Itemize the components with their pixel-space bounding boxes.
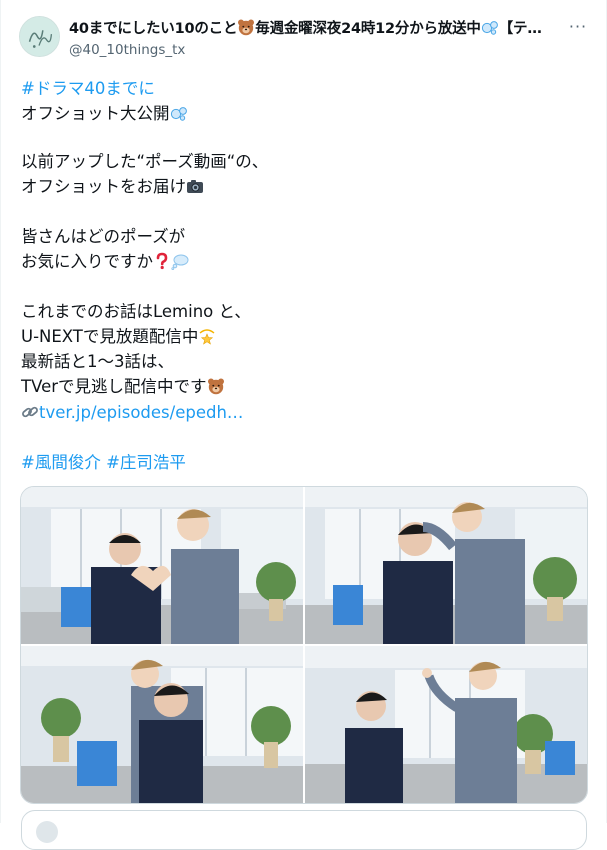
bear-face-icon — [237, 18, 255, 36]
display-name-suffix: 毎週金曜深夜24時12分から放送中 — [255, 21, 481, 37]
tweet-line-pose-video: 以前アップした“ポーズ動画“の、 — [21, 152, 269, 171]
tweet-line-stream4: TVerで見逃し配信中です — [21, 374, 225, 399]
display-name[interactable]: 40までにしたい10のこと — [69, 21, 237, 37]
dizzy-star-icon — [198, 327, 216, 345]
tver-link-text[interactable]: tver.jp/episodes/epedh… — [39, 403, 243, 422]
tweet-line-deliver: オフショットをお届け — [21, 174, 204, 199]
display-name-row[interactable]: 40までにしたい10のこと 毎週金曜深夜24時12分から放送中 【テ… — [69, 18, 559, 40]
photo-back-hug[interactable] — [21, 646, 303, 803]
bear-face-icon — [207, 377, 225, 395]
tweet-line-deliver-text: オフショットをお届け — [21, 177, 186, 196]
more-dots-icon[interactable]: ··· — [567, 18, 589, 40]
hashtags-cast-links[interactable]: #風間俊介 #庄司浩平 — [21, 450, 186, 475]
thought-bubble-icon — [171, 252, 189, 270]
tweet-line-question2-text: お気に入りですか — [21, 252, 153, 271]
red-question-icon — [153, 252, 171, 270]
camera-icon — [186, 177, 204, 195]
tver-link[interactable]: tver.jp/episodes/epedh… — [21, 400, 243, 425]
tweet-line-stream3: 最新話と1～3話は、 — [21, 352, 174, 371]
account-handle[interactable]: @40_10things_tx — [69, 41, 185, 59]
link-icon — [21, 403, 39, 421]
photo-pointing[interactable] — [305, 646, 587, 803]
photo-heart-hands[interactable] — [21, 487, 303, 644]
tweet-line-question2: お気に入りですか — [21, 249, 189, 274]
tweet-line-stream4-text: TVerで見逃し配信中です — [21, 377, 207, 396]
photo-head-pat[interactable] — [305, 487, 587, 644]
tweet-line-stream2: U-NEXTで見放題配信中 — [21, 324, 216, 349]
tweet-line-stream2-text: U-NEXTで見放題配信中 — [21, 327, 199, 346]
tweet-line-offshot: オフショット大公開 — [21, 101, 188, 126]
hashtag-drama-link[interactable]: #ドラマ40までに — [21, 76, 155, 101]
bubbles-icon — [481, 18, 499, 36]
display-name-tail: 【テ… — [498, 21, 542, 37]
photo-grid — [20, 486, 588, 804]
bubbles-icon — [170, 104, 188, 122]
account-avatar[interactable] — [19, 16, 60, 57]
tweet-line-offshot-text: オフショット大公開 — [21, 104, 170, 123]
next-tweet-preview — [21, 810, 587, 850]
tweet-line-stream1: これまでのお話はLemino と、 — [21, 302, 251, 321]
tweet-card[interactable]: 40までにしたい10のこと 毎週金曜深夜24時12分から放送中 【テ… @40_10… — [0, 0, 607, 850]
next-avatar — [36, 821, 58, 843]
tweet-line-question1: 皆さんはどのポーズが — [21, 227, 186, 246]
